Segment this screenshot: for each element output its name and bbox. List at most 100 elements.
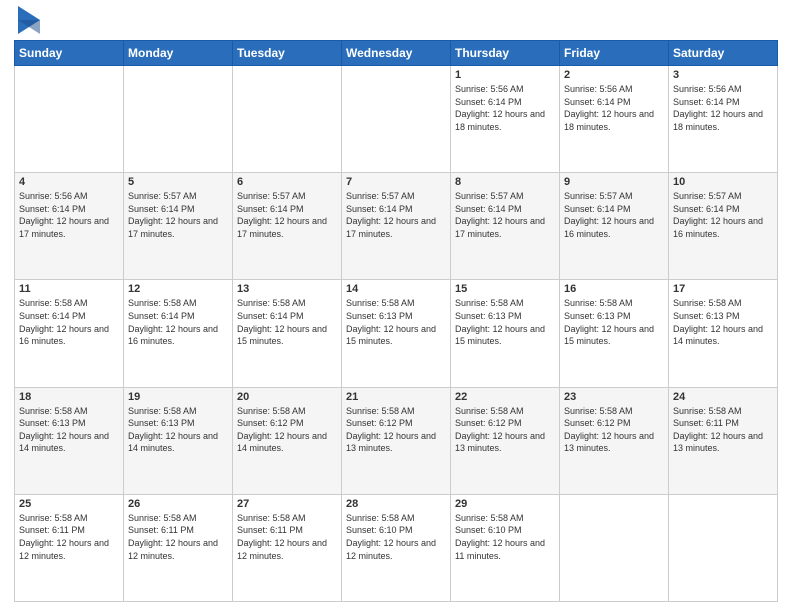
calendar-cell [560,494,669,601]
weekday-header-sunday: Sunday [15,41,124,66]
calendar-cell [124,66,233,173]
day-number: 2 [564,69,664,81]
day-number: 18 [19,391,119,403]
day-number: 19 [128,391,228,403]
calendar-cell: 3 Sunrise: 5:56 AM Sunset: 6:14 PM Daylig… [669,66,778,173]
day-info: Sunrise: 5:58 AM Sunset: 6:14 PM Dayligh… [237,297,337,347]
day-info: Sunrise: 5:58 AM Sunset: 6:13 PM Dayligh… [128,405,228,455]
day-info: Sunrise: 5:57 AM Sunset: 6:14 PM Dayligh… [237,190,337,240]
day-number: 26 [128,498,228,510]
day-number: 29 [455,498,555,510]
day-number: 24 [673,391,773,403]
day-number: 16 [564,283,664,295]
weekday-header-friday: Friday [560,41,669,66]
day-number: 4 [19,176,119,188]
day-number: 11 [19,283,119,295]
calendar-cell [233,66,342,173]
day-info: Sunrise: 5:57 AM Sunset: 6:14 PM Dayligh… [455,190,555,240]
calendar-cell [342,66,451,173]
day-number: 6 [237,176,337,188]
day-number: 1 [455,69,555,81]
day-number: 3 [673,69,773,81]
day-info: Sunrise: 5:56 AM Sunset: 6:14 PM Dayligh… [455,83,555,133]
day-number: 15 [455,283,555,295]
day-info: Sunrise: 5:58 AM Sunset: 6:13 PM Dayligh… [455,297,555,347]
calendar-cell: 23 Sunrise: 5:58 AM Sunset: 6:12 PM Dayli… [560,387,669,494]
calendar-cell: 18 Sunrise: 5:58 AM Sunset: 6:13 PM Dayli… [15,387,124,494]
calendar-cell: 8 Sunrise: 5:57 AM Sunset: 6:14 PM Daylig… [451,173,560,280]
calendar-week-row: 11 Sunrise: 5:58 AM Sunset: 6:14 PM Dayli… [15,280,778,387]
day-info: Sunrise: 5:56 AM Sunset: 6:14 PM Dayligh… [564,83,664,133]
day-number: 10 [673,176,773,188]
day-info: Sunrise: 5:58 AM Sunset: 6:13 PM Dayligh… [346,297,446,347]
day-number: 13 [237,283,337,295]
day-number: 20 [237,391,337,403]
calendar-cell: 9 Sunrise: 5:57 AM Sunset: 6:14 PM Daylig… [560,173,669,280]
weekday-header-monday: Monday [124,41,233,66]
calendar-week-row: 4 Sunrise: 5:56 AM Sunset: 6:14 PM Daylig… [15,173,778,280]
day-number: 7 [346,176,446,188]
calendar-cell: 5Sunrise: 5:57 AM Sunset: 6:14 PM Daylig… [124,173,233,280]
day-number: 22 [455,391,555,403]
calendar-cell: 2 Sunrise: 5:56 AM Sunset: 6:14 PM Daylig… [560,66,669,173]
day-info: Sunrise: 5:58 AM Sunset: 6:11 PM Dayligh… [128,512,228,562]
day-info: Sunrise: 5:58 AM Sunset: 6:11 PM Dayligh… [237,512,337,562]
day-number: 25 [19,498,119,510]
day-info: Sunrise: 5:56 AM Sunset: 6:14 PM Dayligh… [673,83,773,133]
calendar-cell: 20 Sunrise: 5:58 AM Sunset: 6:12 PM Dayli… [233,387,342,494]
calendar-cell: 22 Sunrise: 5:58 AM Sunset: 6:12 PM Dayli… [451,387,560,494]
calendar-cell: 14 Sunrise: 5:58 AM Sunset: 6:13 PM Dayli… [342,280,451,387]
weekday-header-wednesday: Wednesday [342,41,451,66]
day-info: Sunrise: 5:58 AM Sunset: 6:14 PM Dayligh… [19,297,119,347]
day-number: 28 [346,498,446,510]
day-info: Sunrise: 5:56 AM Sunset: 6:14 PM Dayligh… [19,190,119,240]
weekday-header-tuesday: Tuesday [233,41,342,66]
header [14,10,778,34]
day-info: Sunrise: 5:58 AM Sunset: 6:11 PM Dayligh… [19,512,119,562]
day-info: Sunrise: 5:58 AM Sunset: 6:10 PM Dayligh… [455,512,555,562]
calendar-cell: 21 Sunrise: 5:58 AM Sunset: 6:12 PM Dayli… [342,387,451,494]
day-number: 9 [564,176,664,188]
day-info: Sunrise: 5:58 AM Sunset: 6:12 PM Dayligh… [455,405,555,455]
calendar-cell [669,494,778,601]
logo-icon [18,6,40,34]
day-number: 21 [346,391,446,403]
day-info: Sunrise: 5:57 AM Sunset: 6:14 PM Dayligh… [673,190,773,240]
calendar-cell: 10 Sunrise: 5:57 AM Sunset: 6:14 PM Dayli… [669,173,778,280]
day-info: Sunrise: 5:58 AM Sunset: 6:12 PM Dayligh… [237,405,337,455]
day-info: Sunrise: 5:58 AM Sunset: 6:12 PM Dayligh… [346,405,446,455]
calendar-cell: 19 Sunrise: 5:58 AM Sunset: 6:13 PM Dayli… [124,387,233,494]
calendar-cell: 4 Sunrise: 5:56 AM Sunset: 6:14 PM Daylig… [15,173,124,280]
calendar-cell: 13 Sunrise: 5:58 AM Sunset: 6:14 PM Dayli… [233,280,342,387]
day-info: Sunrise: 5:58 AM Sunset: 6:13 PM Dayligh… [19,405,119,455]
day-info: Sunrise: 5:57 AM Sunset: 6:14 PM Dayligh… [346,190,446,240]
day-number: 5 [128,176,228,188]
calendar-header-row: SundayMondayTuesdayWednesdayThursdayFrid… [15,41,778,66]
calendar-week-row: 18 Sunrise: 5:58 AM Sunset: 6:13 PM Dayli… [15,387,778,494]
calendar-cell: 26 Sunrise: 5:58 AM Sunset: 6:11 PM Dayli… [124,494,233,601]
day-info: Sunrise: 5:58 AM Sunset: 6:10 PM Dayligh… [346,512,446,562]
calendar-week-row: 25 Sunrise: 5:58 AM Sunset: 6:11 PM Dayli… [15,494,778,601]
day-info: Sunrise: 5:58 AM Sunset: 6:11 PM Dayligh… [673,405,773,455]
page: SundayMondayTuesdayWednesdayThursdayFrid… [0,0,792,612]
calendar-week-row: 1 Sunrise: 5:56 AM Sunset: 6:14 PM Daylig… [15,66,778,173]
weekday-header-thursday: Thursday [451,41,560,66]
day-number: 8 [455,176,555,188]
day-info: Sunrise: 5:57 AM Sunset: 6:14 PM Dayligh… [564,190,664,240]
calendar-cell: 27Sunrise: 5:58 AM Sunset: 6:11 PM Dayli… [233,494,342,601]
calendar-cell: 6 Sunrise: 5:57 AM Sunset: 6:14 PM Daylig… [233,173,342,280]
calendar-cell: 29 Sunrise: 5:58 AM Sunset: 6:10 PM Dayli… [451,494,560,601]
day-info: Sunrise: 5:58 AM Sunset: 6:12 PM Dayligh… [564,405,664,455]
calendar-cell: 12Sunrise: 5:58 AM Sunset: 6:14 PM Dayli… [124,280,233,387]
day-number: 23 [564,391,664,403]
calendar-cell: 24 Sunrise: 5:58 AM Sunset: 6:11 PM Dayli… [669,387,778,494]
calendar-cell: 7 Sunrise: 5:57 AM Sunset: 6:14 PM Daylig… [342,173,451,280]
calendar-table: SundayMondayTuesdayWednesdayThursdayFrid… [14,40,778,602]
calendar-cell: 28 Sunrise: 5:58 AM Sunset: 6:10 PM Dayli… [342,494,451,601]
logo [14,10,40,34]
calendar-cell: 11 Sunrise: 5:58 AM Sunset: 6:14 PM Dayli… [15,280,124,387]
calendar-cell: 25 Sunrise: 5:58 AM Sunset: 6:11 PM Dayli… [15,494,124,601]
day-number: 14 [346,283,446,295]
day-number: 17 [673,283,773,295]
day-number: 12 [128,283,228,295]
